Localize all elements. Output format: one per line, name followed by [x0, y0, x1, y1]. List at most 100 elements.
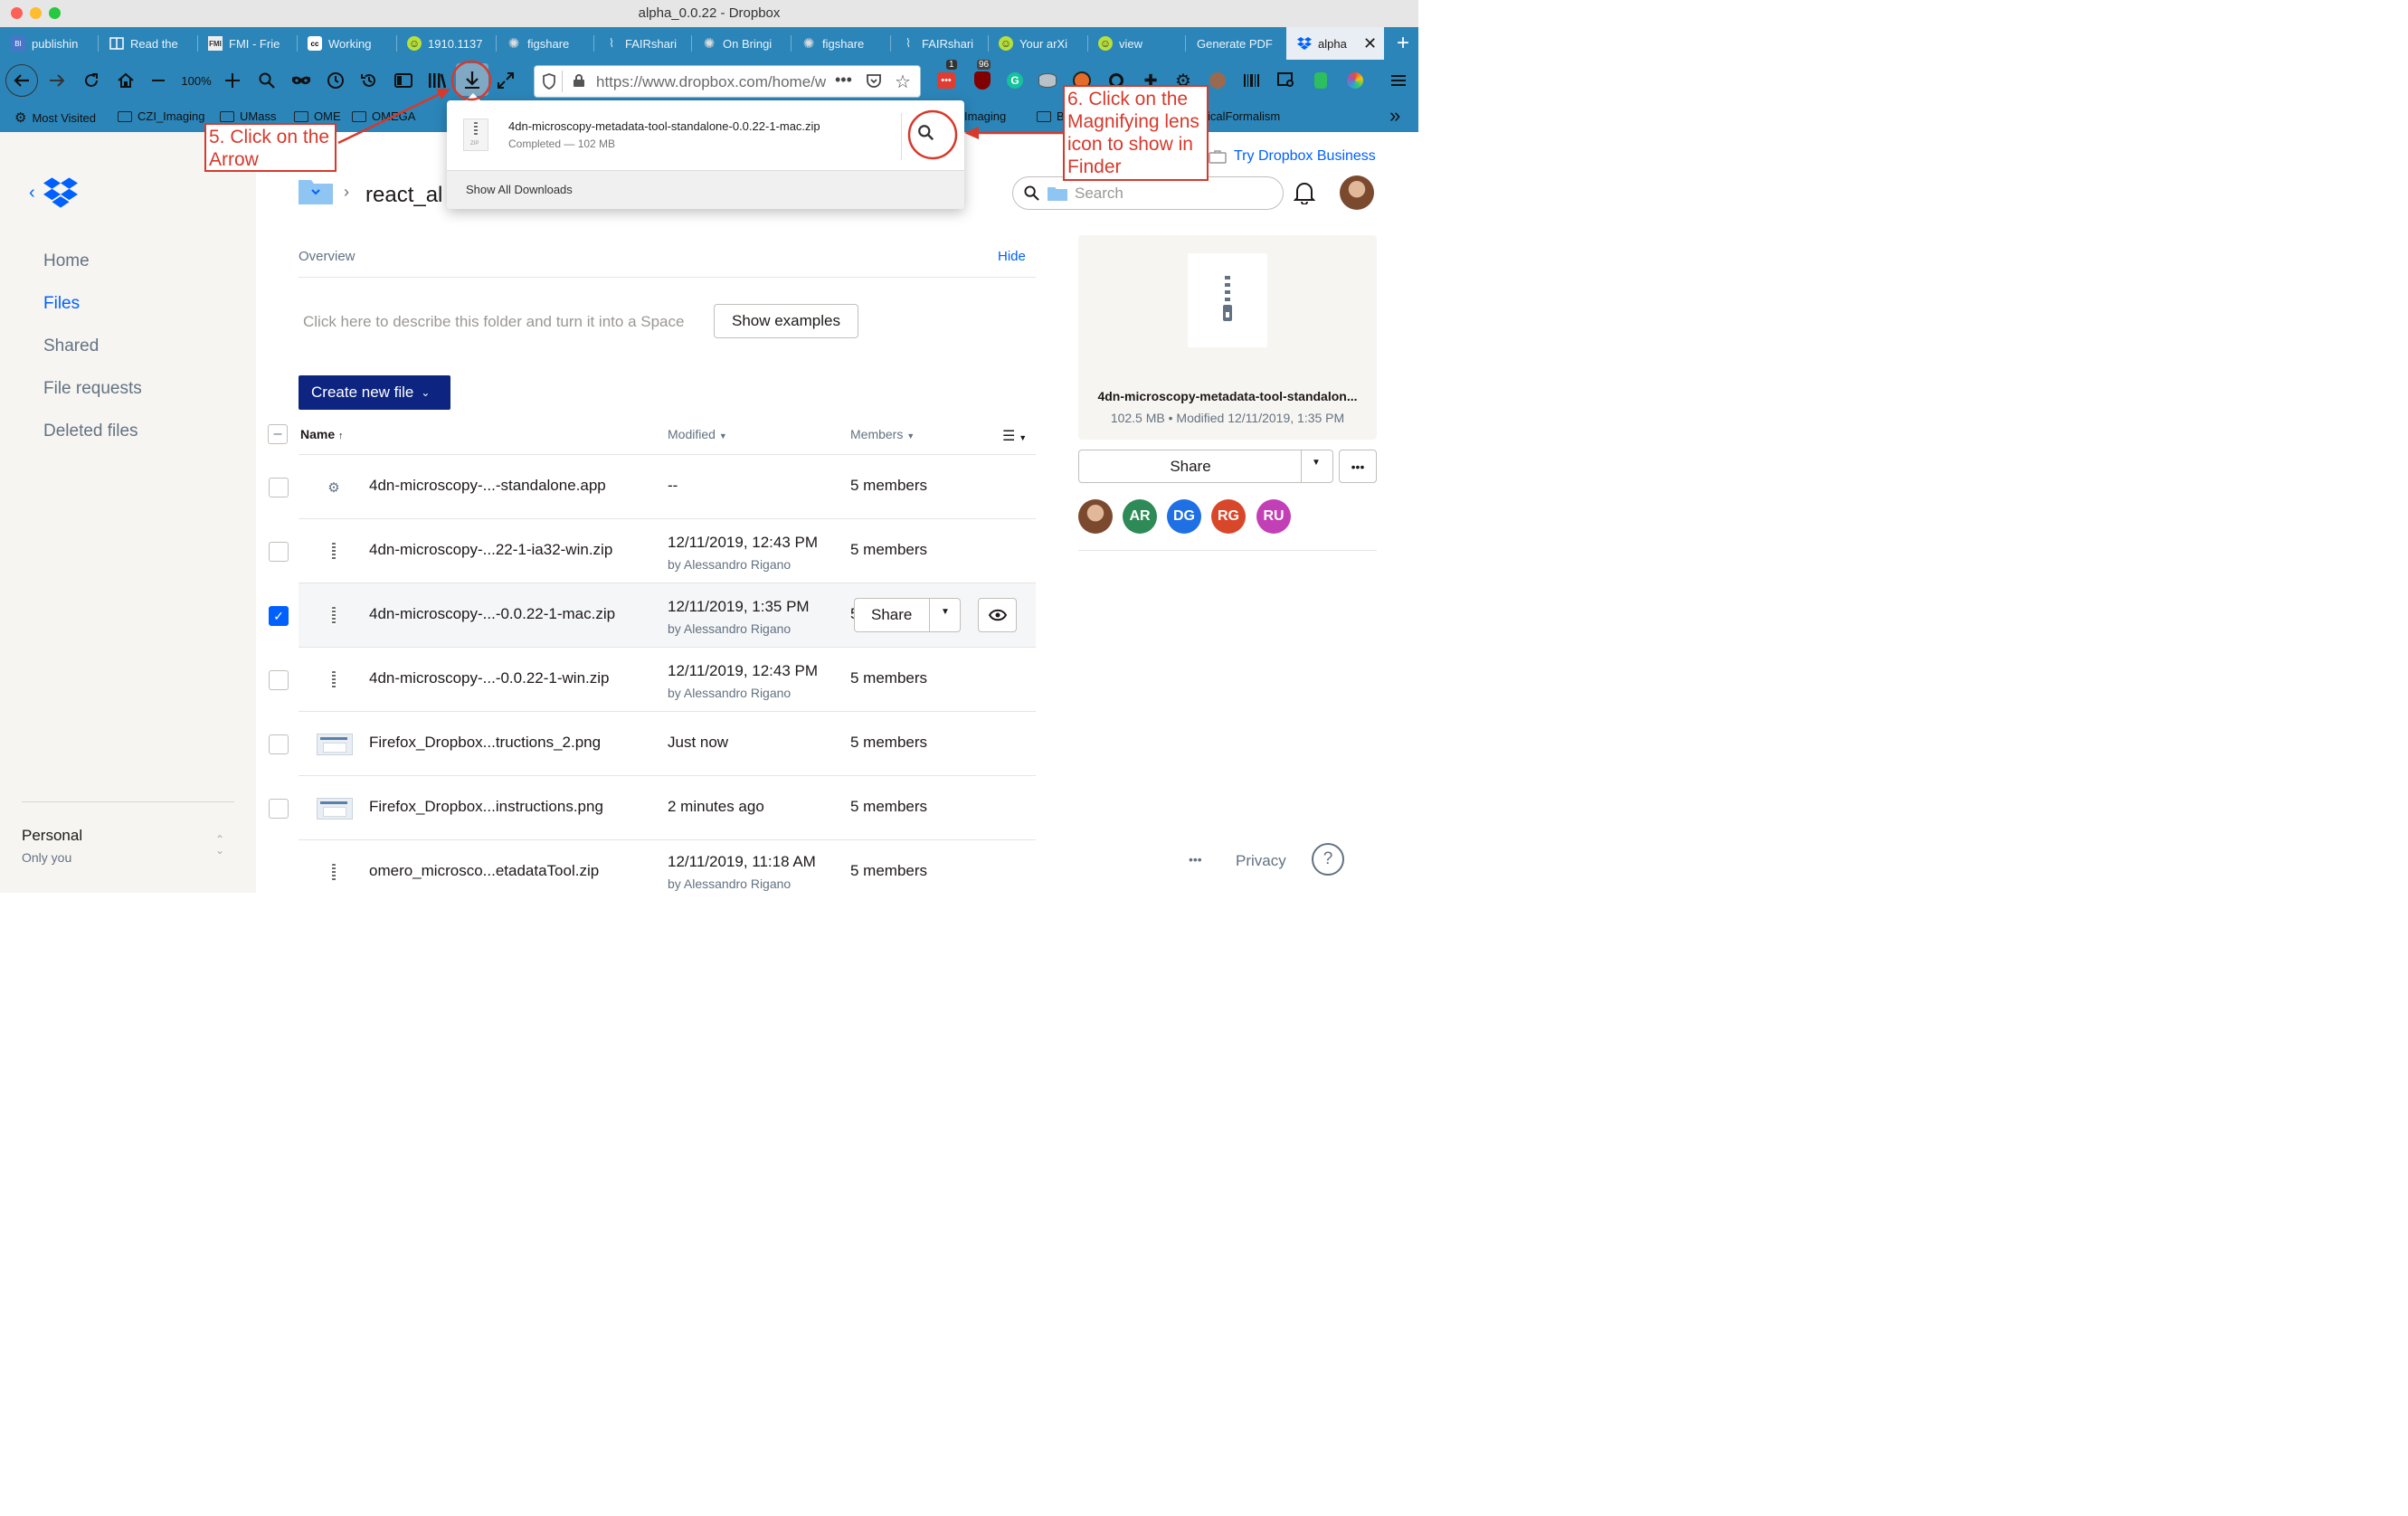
downloads-button[interactable] [456, 63, 488, 96]
more-options-button[interactable]: ••• [1339, 450, 1377, 483]
tab-fairsharing-2[interactable]: ⌇ FAIRshari [890, 27, 988, 60]
file-name[interactable]: 4dn-microscopy-...-0.0.22-1-mac.zip [369, 605, 615, 623]
column-header-name[interactable]: Name ↑ [300, 427, 344, 441]
file-preview-panel[interactable]: 4dn-microscopy-metadata-tool-standalon..… [1078, 235, 1377, 440]
tab-generate-pdf[interactable]: Generate PDF [1185, 27, 1285, 60]
url-bar[interactable]: https://www.dropbox.com/home/w ••• ☆ [534, 65, 921, 98]
row-share-button[interactable]: Share ▼ [854, 598, 961, 632]
notifications-bell-icon[interactable] [1293, 181, 1316, 209]
home-button[interactable] [114, 67, 137, 94]
table-row[interactable]: Firefox_Dropbox...tructions_2.png Just n… [269, 712, 1036, 776]
bookmark-umass[interactable]: UMass [220, 109, 276, 123]
note-search-icon[interactable] [1275, 67, 1297, 94]
breadcrumb[interactable]: react_al [365, 183, 447, 208]
storage-icon[interactable] [1037, 67, 1058, 94]
account-switcher-icon[interactable]: ⌃ ⌄ [215, 834, 224, 856]
member-avatar-dg[interactable]: DG [1167, 499, 1201, 534]
collapse-sidebar-icon[interactable]: ‹ [29, 183, 35, 204]
file-name[interactable]: 4dn-microscopy-...22-1-ia32-win.zip [369, 541, 612, 559]
row-checkbox-checked[interactable]: ✓ [269, 606, 289, 626]
help-button[interactable]: ? [1312, 843, 1344, 876]
barcode-icon[interactable] [1241, 67, 1263, 94]
caret-down-icon[interactable]: ▼ [941, 607, 950, 617]
sidebar-item-home[interactable]: Home [43, 251, 90, 271]
tab-alpha[interactable]: alpha ✕ [1286, 27, 1384, 60]
grammarly-icon[interactable]: G [1004, 67, 1026, 94]
preview-share-button[interactable]: Share ▼ [1078, 450, 1333, 483]
view-options-button[interactable]: ☰ ▼ [1002, 427, 1027, 445]
show-examples-button[interactable]: Show examples [714, 304, 858, 338]
lock-icon[interactable] [573, 73, 585, 92]
preview-button[interactable] [978, 598, 1017, 632]
row-checkbox[interactable] [269, 542, 289, 562]
download-filename[interactable]: 4dn-microscopy-metadata-tool-standalone-… [508, 119, 820, 133]
zoom-in-button[interactable] [222, 67, 243, 94]
folder-description-prompt[interactable]: Click here to describe this folder and t… [303, 313, 684, 331]
hide-overview-link[interactable]: Hide [998, 249, 1026, 264]
bookmark-most-visited[interactable]: ⚙ Most Visited [14, 109, 96, 126]
private-browsing-button[interactable] [289, 67, 313, 94]
bookmark-imaging[interactable]: Imaging [964, 109, 1006, 123]
bookmark-czi-imaging[interactable]: CZI_Imaging [118, 109, 204, 123]
row-checkbox[interactable] [269, 478, 289, 497]
ublock-icon[interactable]: 96 [972, 60, 993, 94]
profile-extension-icon[interactable] [1207, 67, 1228, 94]
bookmark-ome[interactable]: OME [294, 109, 341, 123]
file-name[interactable]: Firefox_Dropbox...instructions.png [369, 798, 603, 816]
sidebar-item-files[interactable]: Files [43, 294, 80, 314]
row-checkbox[interactable] [269, 799, 289, 819]
sidebar-toggle-button[interactable] [392, 67, 415, 94]
show-all-downloads-link[interactable]: Show All Downloads [466, 183, 573, 196]
tab-figshare[interactable]: ✺ figshare [496, 27, 593, 60]
color-wheel-icon[interactable] [1344, 67, 1366, 94]
tab-your-arxiv[interactable]: ☺ Your arXi [988, 27, 1087, 60]
tab-read-the[interactable]: Read the [99, 27, 195, 60]
create-new-file-button[interactable]: Create new file ⌄ [299, 375, 450, 410]
bookmark-b[interactable]: B [1037, 109, 1065, 123]
row-checkbox[interactable] [269, 734, 289, 754]
try-business-link[interactable]: Try Dropbox Business [1234, 148, 1376, 165]
sidebar-item-file-requests[interactable]: File requests [43, 379, 142, 399]
footer-more-button[interactable]: ••• [1189, 852, 1202, 867]
tab-view[interactable]: ☺ view [1087, 27, 1185, 60]
tab-working[interactable]: cc Working [297, 27, 396, 60]
search-input[interactable]: Search [1012, 176, 1284, 210]
history-button[interactable] [324, 67, 347, 94]
tab-fairsharing[interactable]: ⌇ FAIRshari [593, 27, 691, 60]
member-avatar-ar[interactable]: AR [1123, 499, 1157, 534]
new-tab-button[interactable]: + [1389, 27, 1417, 60]
table-row-selected[interactable]: ✓ 4dn-microscopy-...-0.0.22-1-mac.zip 12… [269, 583, 1036, 648]
pocket-icon[interactable] [866, 72, 882, 93]
fullscreen-button[interactable] [494, 67, 517, 94]
sidebar-item-shared[interactable]: Shared [43, 336, 99, 356]
table-row[interactable]: 4dn-microscopy-...22-1-ia32-win.zip 12/1… [269, 519, 1036, 583]
back-button[interactable] [5, 64, 38, 97]
row-checkbox[interactable] [269, 670, 289, 690]
account-name[interactable]: Personal [22, 827, 82, 845]
table-row[interactable]: ⚙ 4dn-microscopy-...-standalone.app -- 5… [269, 455, 1036, 519]
sidebar-item-deleted-files[interactable]: Deleted files [43, 422, 138, 441]
dropbox-logo[interactable] [43, 177, 78, 213]
tab-on-bringing[interactable]: ✺ On Bringi [691, 27, 791, 60]
tab-publishing[interactable]: BI publishin [0, 27, 95, 60]
file-name[interactable]: omero_microsco...etadataTool.zip [369, 862, 599, 880]
tab-figshare-2[interactable]: ✺ figshare [791, 27, 890, 60]
table-row[interactable]: Firefox_Dropbox...instructions.png 2 min… [269, 776, 1036, 840]
zoom-out-button[interactable] [148, 67, 168, 94]
file-name[interactable]: 4dn-microscopy-...-0.0.22-1-win.zip [369, 669, 609, 687]
column-header-modified[interactable]: Modified ▼ [668, 427, 727, 441]
table-row[interactable]: omero_microsco...etadataTool.zip 12/11/2… [299, 840, 1036, 893]
page-actions-icon[interactable]: ••• [835, 71, 852, 90]
library-button[interactable] [425, 67, 449, 94]
file-name[interactable]: Firefox_Dropbox...tructions_2.png [369, 734, 601, 752]
extension-todo-icon[interactable]: ••• 1 [935, 60, 957, 94]
select-all-checkbox[interactable]: – [268, 424, 288, 444]
shield-icon[interactable] [542, 73, 556, 94]
search-button[interactable] [255, 67, 279, 94]
close-tab-icon[interactable]: ✕ [1363, 34, 1377, 53]
forward-button[interactable] [45, 67, 69, 94]
privacy-link[interactable]: Privacy [1236, 852, 1286, 870]
bookmark-formalism[interactable]: icalFormalism [1208, 109, 1280, 123]
bookmark-star-icon[interactable]: ☆ [895, 71, 911, 93]
reload-button[interactable] [80, 67, 103, 94]
